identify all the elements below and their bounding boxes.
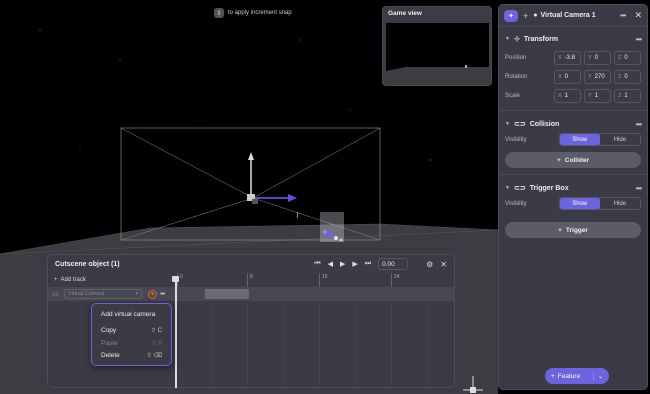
timeline-header: Cutscene object (1) ⏮ ◀ ▶ ▶ ⏭ 0.00 ⚙ ✕ (48, 255, 454, 273)
divider (499, 110, 647, 111)
object-icon: ● (533, 12, 538, 19)
rotation-z-field[interactable]: Z0 (614, 69, 641, 84)
delete-shortcut: ⇧ ⌫ (146, 353, 162, 360)
trigger-box-label: Trigger Box (529, 184, 569, 192)
plus-icon: + (54, 277, 58, 283)
more-options-icon[interactable]: ••• (620, 11, 626, 20)
collision-label: Collision (529, 120, 560, 128)
collision-more-icon[interactable]: ••• (636, 120, 642, 129)
shift-key-icon: ⇧ (214, 8, 224, 18)
tracks-area[interactable] (175, 301, 454, 387)
camera-icon: ▭ (52, 291, 59, 298)
menu-paste[interactable]: Paste ⇧ V (92, 337, 171, 350)
collision-visibility-row: Visibility Show Hide (499, 131, 647, 148)
caret-down-icon: ▼ (505, 185, 510, 191)
snap-hint-text: to apply increment snap (228, 10, 292, 16)
time-ruler[interactable]: 0 8 16 24 (175, 273, 454, 287)
transform-label: Transform (523, 35, 559, 43)
rotation-label: Rotation (505, 73, 528, 80)
scale-y-field[interactable]: Y1 (584, 88, 611, 103)
close-icon[interactable]: ✕ (634, 10, 642, 21)
copy-shortcut: ⇧ C (150, 328, 162, 335)
divider (499, 174, 647, 175)
rotation-x-field[interactable]: X0 (554, 69, 581, 84)
play-icon[interactable]: ▶ (340, 260, 345, 268)
transform-more-icon[interactable]: ••• (636, 35, 642, 44)
trigger-visibility-row: Visibility Show Hide (499, 195, 647, 212)
collision-show-option[interactable]: Show (559, 134, 600, 145)
paste-shortcut: ⇧ V (151, 340, 162, 347)
caret-down-icon: ▼ (505, 121, 510, 127)
add-track-button[interactable]: + Add track (54, 277, 172, 283)
trigger-box-more-icon[interactable]: ••• (636, 184, 642, 193)
transform-icon: ⊹ (513, 36, 520, 43)
position-z-field[interactable]: Z0 (614, 50, 641, 65)
sparkle-icon[interactable]: ✦ (504, 9, 518, 22)
time-input[interactable]: 0.00 (378, 258, 409, 270)
inspector-panel: ✦ + ● Virtual Camera 1 ••• ✕ ▼ ⊹ Transfo… (498, 4, 648, 390)
plus-icon: + (558, 226, 562, 234)
plus-icon: + (551, 372, 555, 380)
scale-z-field[interactable]: Z1 (614, 88, 641, 103)
particle-effect (320, 212, 344, 242)
add-feature-button[interactable]: + Feature ⌄ (545, 368, 609, 384)
track-context-menu: Add virtual camera Copy ⇧ C Paste ⇧ V De… (91, 303, 172, 366)
transform-section-header[interactable]: ▼ ⊹ Transform ••• (499, 32, 647, 46)
skip-end-icon[interactable]: ⏭ (365, 260, 371, 268)
timeline-clip[interactable] (205, 289, 249, 299)
link-icon: ⊂⊃ (513, 185, 526, 192)
chevron-down-icon[interactable]: ⌄ (592, 372, 603, 380)
position-row: Position X -3.8 Y0 Z0 (499, 49, 647, 66)
add-icon[interactable]: + (523, 11, 528, 21)
trigger-visibility-toggle: Show Hide (558, 197, 641, 210)
menu-copy[interactable]: Copy ⇧ C (92, 325, 171, 338)
collision-hide-option[interactable]: Hide (600, 134, 640, 145)
menu-delete[interactable]: Delete ⇧ ⌫ (92, 350, 171, 363)
track-more-icon[interactable]: ••• (160, 291, 165, 298)
collision-visibility-toggle: Show Hide (558, 133, 641, 146)
game-view-canvas (386, 23, 489, 85)
trigger-show-option[interactable]: Show (559, 198, 600, 209)
position-x-field[interactable]: X -3.8 (554, 50, 581, 65)
gear-icon[interactable]: ⚙ (426, 260, 433, 269)
caret-down-icon: ▼ (505, 36, 510, 42)
close-icon[interactable]: ✕ (440, 260, 447, 269)
link-icon: ⊂⊃ (513, 121, 526, 128)
inspector-header: ✦ + ● Virtual Camera 1 ••• ✕ (499, 5, 647, 27)
scale-label: Scale (505, 92, 521, 99)
rotation-row: Rotation X0 Y 270 Z0 (499, 68, 647, 85)
track-camera-select[interactable]: Virtual Camera ▾ (64, 289, 142, 299)
track-row[interactable]: ▭ Virtual Camera ▾ ● ••• (48, 287, 454, 301)
step-forward-icon[interactable]: ▶ (352, 260, 357, 268)
menu-add-virtual-camera[interactable]: Add virtual camera (92, 308, 171, 321)
orientation-gizmo-icon[interactable] (458, 374, 488, 394)
rotation-y-field[interactable]: Y 270 (584, 69, 611, 84)
inspector-title: Virtual Camera 1 (540, 12, 596, 19)
timeline-toolbar: + Add track ⇆ 0 8 16 24 (48, 273, 454, 287)
visibility-label: Visibility (505, 136, 527, 143)
step-back-icon[interactable]: ◀ (328, 260, 333, 268)
trigger-hide-option[interactable]: Hide (600, 198, 640, 209)
game-view-panel[interactable]: Game view (382, 6, 492, 86)
collision-section-header[interactable]: ▼ ⊂⊃ Collision ••• (499, 117, 647, 131)
game-view-title: Game view (388, 10, 422, 17)
timeline-title: Cutscene object (1) (55, 260, 120, 268)
plus-icon: + (557, 156, 561, 164)
chevron-down-icon: ▾ (135, 291, 138, 297)
record-icon[interactable]: ● (148, 289, 157, 299)
scale-x-field[interactable]: X1 (554, 88, 581, 103)
snap-hint: ⇧ to apply increment snap (214, 8, 292, 18)
scale-row: Scale X1 Y1 Z1 (499, 87, 647, 104)
position-label: Position (505, 54, 527, 61)
visibility-label: Visibility (505, 200, 527, 207)
playhead[interactable] (175, 276, 177, 388)
trigger-box-section-header[interactable]: ▼ ⊂⊃ Trigger Box ••• (499, 181, 647, 195)
skip-start-icon[interactable]: ⏮ (314, 260, 320, 268)
add-collider-button[interactable]: + Collider (505, 152, 641, 168)
position-y-field[interactable]: Y0 (584, 50, 611, 65)
add-trigger-button[interactable]: + Trigger (505, 222, 641, 238)
